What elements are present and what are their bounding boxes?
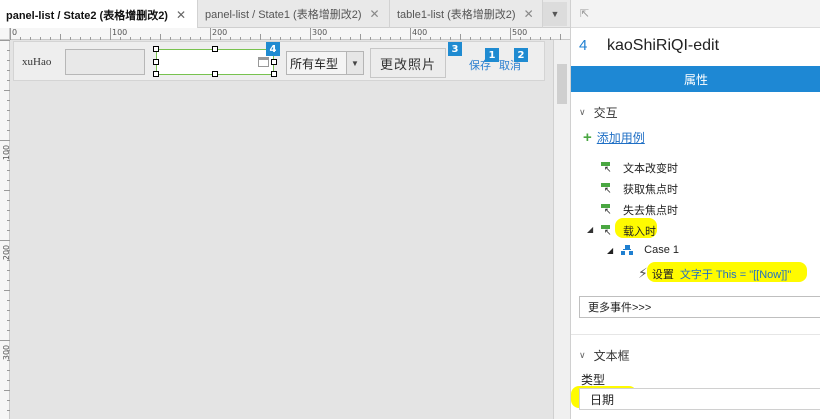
xuhao-label: xuHao xyxy=(22,56,52,68)
event-icon: ↖ xyxy=(601,162,615,174)
edit-row-panel[interactable]: xuHao 4 所有车型 ▼ 更改照片 3 保存 取消 1 2 xyxy=(13,41,545,81)
case-label: Case 1 xyxy=(644,244,680,256)
tab-table1-list[interactable]: table1-list (表格增删改2) ✕ xyxy=(391,0,543,28)
design-canvas[interactable]: xuHao 4 所有车型 ▼ 更改照片 3 保存 取消 1 2 xyxy=(11,41,553,419)
event-label: 载入时 xyxy=(623,226,656,238)
plus-icon: + xyxy=(583,129,592,146)
tab-label: panel-list / State1 (表格增删改2) xyxy=(205,9,362,21)
ruler-label: 200 xyxy=(212,28,228,37)
section-title: 交互 xyxy=(593,106,618,120)
selection-handle[interactable] xyxy=(271,71,277,77)
action-verb: 设置 xyxy=(651,268,674,281)
widget-badge-4: 4 xyxy=(266,42,280,56)
selection-handle[interactable] xyxy=(212,71,218,77)
event-item[interactable]: ↖ 文本改变时 xyxy=(601,160,678,176)
widget-badge-3: 3 xyxy=(448,42,462,56)
selection-handle[interactable] xyxy=(153,46,159,52)
tab-panel-list-state2[interactable]: panel-list / State2 (表格增删改2) ✕ xyxy=(0,0,198,29)
tab-label: panel-list / State2 (表格增删改2) xyxy=(6,9,168,22)
interaction-section-header[interactable]: ∨ 交互 xyxy=(579,104,618,121)
ruler-label: 100 xyxy=(2,144,12,161)
type-select[interactable]: 日期 xyxy=(579,388,820,410)
close-icon[interactable]: ✕ xyxy=(176,8,186,22)
ruler-label: 100 xyxy=(112,28,128,37)
lightning-icon: ⚡ xyxy=(638,265,648,281)
ruler-ticks xyxy=(0,40,10,411)
action-item[interactable]: ⚡ 设置 文字于 This = "[[Now]]" xyxy=(638,265,791,282)
expand-icon: ◢ xyxy=(607,245,614,255)
more-events-dropdown[interactable]: 更多事件>>> xyxy=(579,296,820,318)
event-label: 文本改变时 xyxy=(623,163,678,175)
expand-icon[interactable]: ◢ xyxy=(587,225,593,234)
widget-number: 4 xyxy=(579,37,588,54)
event-icon: ↖ xyxy=(601,183,615,195)
vertical-ruler: 100 200 300 xyxy=(0,40,12,419)
ruler-ticks xyxy=(10,28,561,40)
add-case-label: 添加用例 xyxy=(596,131,645,145)
selection-handle[interactable] xyxy=(212,46,218,52)
divider xyxy=(571,334,820,335)
car-type-select[interactable]: 所有车型 ▼ xyxy=(286,51,364,75)
add-case-link[interactable]: + 添加用例 xyxy=(583,129,645,146)
type-value: 日期 xyxy=(590,392,615,407)
ruler-label: 500 xyxy=(512,28,528,37)
ruler-label: 200 xyxy=(2,244,12,261)
selection-handle[interactable] xyxy=(153,59,159,65)
tab-bar: panel-list / State2 (表格增删改2) ✕ panel-lis… xyxy=(0,0,570,29)
calendar-icon[interactable] xyxy=(258,57,269,67)
tab-overflow-dropdown[interactable]: ▼ xyxy=(543,2,567,26)
chevron-down-icon: ∨ xyxy=(579,107,586,117)
event-label: 获取焦点时 xyxy=(623,184,678,196)
editor-area: panel-list / State2 (表格增删改2) ✕ panel-lis… xyxy=(0,0,570,419)
selection-handle[interactable] xyxy=(271,59,277,65)
ruler-label: 400 xyxy=(412,28,428,37)
event-icon: ↖ xyxy=(601,225,615,237)
widget-name[interactable]: kaoShiRiQI-edit xyxy=(607,37,719,55)
ruler-label: 0 xyxy=(12,28,18,37)
case-item[interactable]: ◢ Case 1 xyxy=(607,244,679,256)
close-icon[interactable]: ✕ xyxy=(524,7,534,21)
widget-badge-1: 1 xyxy=(485,48,499,62)
tab-panel-list-state1[interactable]: panel-list / State1 (表格增删改2) ✕ xyxy=(199,0,390,28)
ruler-label: 300 xyxy=(2,344,12,361)
widget-badge-2: 2 xyxy=(514,48,528,62)
chevron-down-icon: ▼ xyxy=(346,52,363,74)
event-label: 失去焦点时 xyxy=(623,205,678,217)
scrollbar-thumb[interactable] xyxy=(557,64,567,104)
chevron-down-icon: ∨ xyxy=(579,350,586,360)
event-icon: ↖ xyxy=(601,204,615,216)
event-item-onload[interactable]: ↖ 载入时 xyxy=(601,223,656,239)
car-type-value: 所有车型 xyxy=(290,56,339,71)
textbox-section-header[interactable]: ∨ 文本框 xyxy=(579,347,630,364)
selection-handle[interactable] xyxy=(153,71,159,77)
section-title: 文本框 xyxy=(593,349,630,363)
xuhao-input[interactable] xyxy=(65,49,145,75)
ruler-label: 300 xyxy=(312,28,328,37)
collapse-icon[interactable]: ⇱ xyxy=(580,7,589,20)
dropdown-icon: ▼ xyxy=(550,9,560,19)
tab-properties[interactable]: 属性 xyxy=(571,66,820,92)
inspector-toolbar: ⇱ xyxy=(571,0,820,28)
change-photo-button[interactable]: 更改照片 xyxy=(370,48,446,78)
event-item[interactable]: ↖ 获取焦点时 xyxy=(601,181,678,197)
vertical-scrollbar[interactable] xyxy=(553,40,570,419)
close-icon[interactable]: ✕ xyxy=(370,7,380,21)
case-icon xyxy=(621,244,634,256)
inspector-panel: ⇱ 4 kaoShiRiQI-edit 属性 ∨ 交互 + 添加用例 ↖ 文本改… xyxy=(570,0,820,419)
tab-label: table1-list (表格增删改2) xyxy=(397,9,516,21)
ruler-corner xyxy=(0,28,10,40)
action-detail: 文字于 This = "[[Now]]" xyxy=(679,268,792,281)
event-item[interactable]: ↖ 失去焦点时 xyxy=(601,202,678,218)
horizontal-ruler: 0 100 200 300 400 500 xyxy=(10,28,570,40)
